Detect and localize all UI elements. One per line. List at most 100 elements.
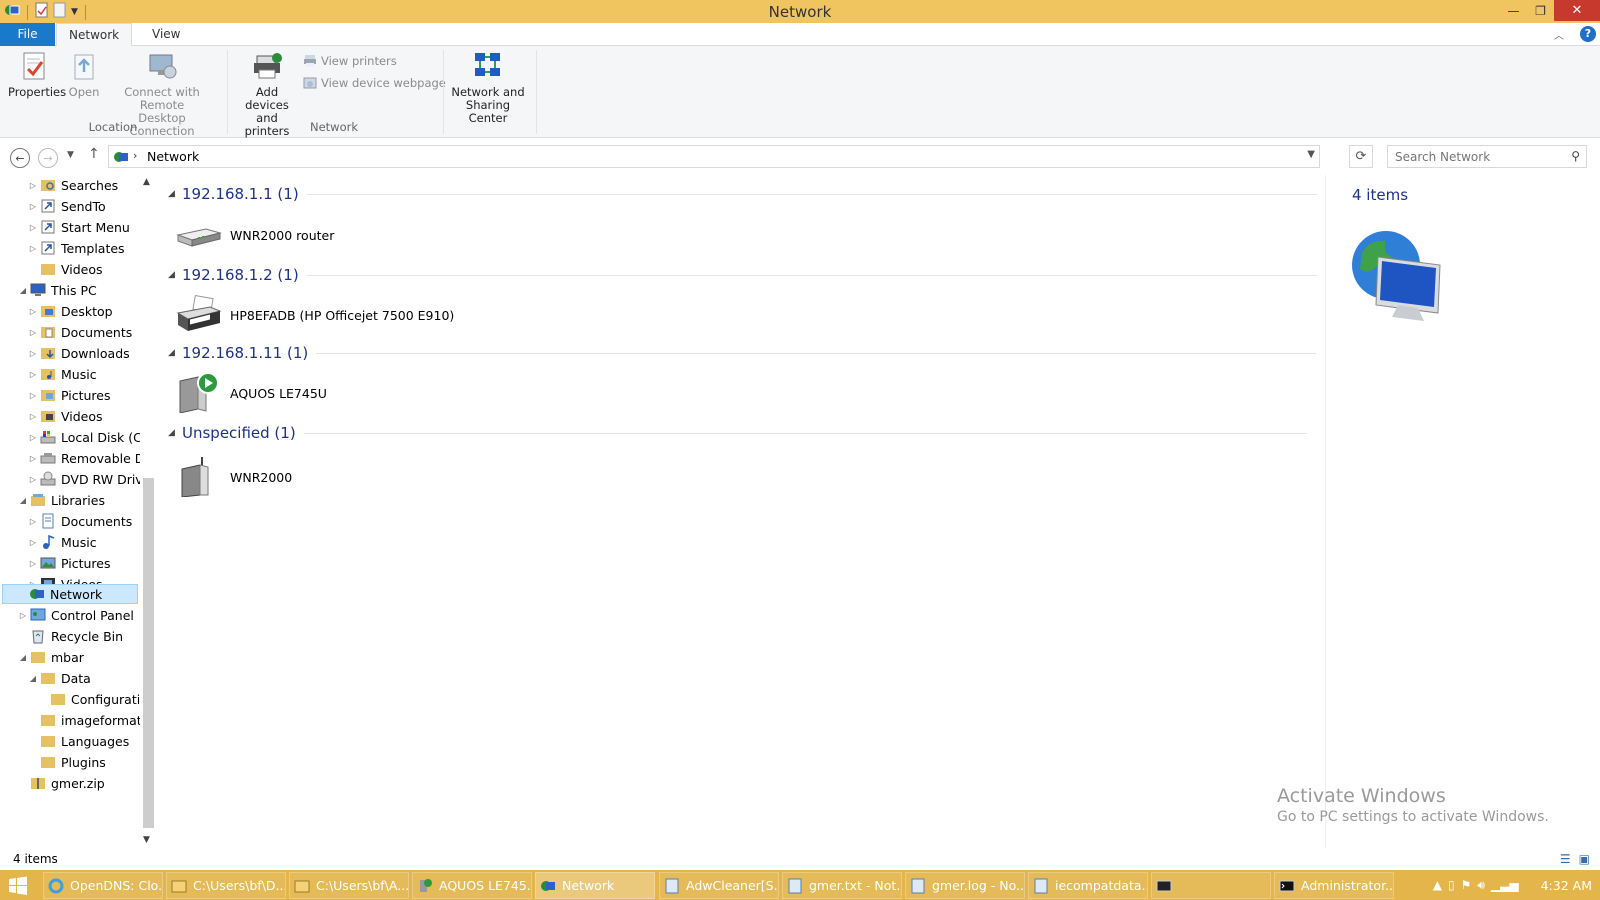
media-device-icon [179, 373, 219, 413]
tab-file[interactable]: File [0, 23, 55, 46]
tree-item-imageformats[interactable]: imageformats [28, 710, 148, 730]
tree-item-data[interactable]: ◢ Data [28, 668, 91, 688]
tree-item-searches[interactable]: ▷ Searches [28, 175, 118, 195]
group-header-label: 192.168.1.1 (1) [182, 185, 299, 203]
taskbar-item-explorer-2[interactable]: C:\Users\bf\A... [289, 872, 409, 899]
device-item[interactable]: WNR2000 router [176, 215, 334, 255]
dvd-drive-icon [40, 471, 56, 486]
show-hidden-icons-icon[interactable]: ▲ [1433, 878, 1442, 892]
action-center-flag-icon[interactable]: ⚑ [1461, 878, 1472, 892]
device-item[interactable]: HP8EFADB (HP Officejet 7500 E910) [176, 295, 454, 335]
printer-icon [176, 295, 222, 331]
recycle-bin-icon [32, 630, 44, 644]
tree-item-music[interactable]: ▷ Music [28, 364, 97, 384]
tree-item-libraries[interactable]: ◢ Libraries [18, 490, 105, 510]
network-sharing-center-button[interactable]: Network and Sharing Center [448, 50, 528, 125]
group-header[interactable]: ◢ 192.168.1.2 (1) [168, 265, 1317, 285]
taskbar-item-opendns[interactable]: OpenDNS: Clo... [43, 872, 163, 899]
group-header[interactable]: ◢ 192.168.1.1 (1) [168, 184, 1317, 204]
tree-item-lib-documents[interactable]: ▷ Documents [28, 511, 132, 531]
taskbar-item-network[interactable]: Network [535, 872, 655, 899]
taskbar-item-gmer-txt[interactable]: gmer.txt - Not... [782, 872, 902, 899]
group-header[interactable]: ◢ Unspecified (1) [168, 423, 1307, 443]
tree-item-this-pc[interactable]: ◢ This PC [18, 280, 97, 300]
taskbar-item-gmer-log[interactable]: gmer.log - No... [905, 872, 1025, 899]
open-button[interactable]: Open [66, 50, 102, 99]
tree-item-sendto[interactable]: ▷ SendTo [28, 196, 106, 216]
tree-item-pictures[interactable]: ▷ Pictures [28, 385, 111, 405]
help-icon[interactable]: ? [1580, 26, 1596, 42]
scroll-down-icon[interactable]: ▼ [143, 835, 150, 845]
taskbar-item-explorer-1[interactable]: C:\Users\bf\D... [166, 872, 286, 899]
recent-locations-dropdown[interactable]: ▼ [67, 150, 74, 160]
details-view-icon[interactable]: ☰ [1560, 852, 1571, 866]
start-button-windows-icon[interactable] [8, 876, 28, 896]
tree-item-control-panel[interactable]: ▷ Control Panel [18, 605, 134, 625]
network-signal-icon[interactable]: ▁▃▅ [1491, 878, 1519, 892]
group-header[interactable]: ◢ 192.168.1.11 (1) [168, 343, 1317, 363]
large-icons-view-icon[interactable]: ▣ [1579, 852, 1590, 866]
taskbar-item-console[interactable] [1151, 872, 1271, 899]
address-bar[interactable]: › Network ▼ [108, 145, 1320, 168]
tree-item-videos-pc[interactable]: ▷ Videos [28, 406, 103, 426]
minimize-button[interactable]: — [1500, 0, 1527, 21]
properties-button[interactable]: Properties [8, 50, 66, 99]
view-device-webpage-button[interactable]: View device webpage [303, 76, 446, 90]
back-button[interactable]: ← [10, 148, 30, 168]
tree-item-lib-music[interactable]: ▷ Music [28, 532, 97, 552]
tree-item-languages[interactable]: Languages [28, 731, 129, 751]
tree-item-videos[interactable]: Videos [28, 259, 103, 279]
volume-icon[interactable]: 🔊︎ [1477, 878, 1485, 893]
folder-icon [41, 180, 55, 191]
collapse-group-icon[interactable]: ◢ [168, 270, 180, 280]
device-tray-icon[interactable]: ▯ [1448, 878, 1455, 892]
tree-item-network[interactable]: Network [2, 584, 138, 604]
taskbar-item-adwcleaner[interactable]: AdwCleaner[S... [659, 872, 779, 899]
open-icon [74, 54, 94, 80]
breadcrumb-network[interactable]: Network [147, 149, 199, 164]
scroll-up-icon[interactable]: ▲ [143, 177, 150, 187]
tree-item-lib-pictures[interactable]: ▷ Pictures [28, 553, 111, 573]
tree-item-templates[interactable]: ▷ Templates [28, 238, 125, 258]
search-box[interactable]: ⚲ [1387, 145, 1587, 168]
nav-pane-scrollbar[interactable]: ▲ ▼ [140, 175, 157, 848]
tree-item-dvd-drive[interactable]: ▷ DVD RW Drive ( [28, 469, 156, 489]
collapse-group-icon[interactable]: ◢ [168, 348, 180, 358]
search-icon[interactable]: ⚲ [1571, 149, 1580, 163]
taskbar-item-administrator[interactable]: Administrator... [1274, 872, 1394, 899]
downloads-folder-icon [41, 348, 55, 359]
tree-item-removable-disk[interactable]: ▷ Removable Dis [28, 448, 154, 468]
close-button[interactable]: ✕ [1554, 0, 1600, 21]
collapse-group-icon[interactable]: ◢ [168, 189, 180, 199]
view-printers-button[interactable]: View printers [303, 54, 397, 68]
tree-item-documents[interactable]: ▷ Documents [28, 322, 132, 342]
up-button[interactable]: ↑ [88, 146, 100, 162]
address-dropdown-icon[interactable]: ▼ [1307, 149, 1315, 160]
tab-network[interactable]: Network [56, 23, 133, 47]
tree-item-configuration[interactable]: Configuratio [38, 689, 148, 709]
tree-item-plugins[interactable]: Plugins [28, 752, 106, 772]
breadcrumb-separator-icon[interactable]: › [133, 149, 137, 162]
minimize-ribbon-chevron-icon[interactable]: ︿ [1554, 27, 1564, 42]
tree-item-gmer-zip[interactable]: gmer.zip [18, 773, 105, 793]
collapse-group-icon[interactable]: ◢ [168, 428, 180, 438]
tree-item-local-disk[interactable]: ▷ Local Disk (C:) [28, 427, 151, 447]
tree-item-start-menu[interactable]: ▷ Start Menu [28, 217, 130, 237]
search-input[interactable] [1388, 149, 1558, 164]
scrollbar-thumb[interactable] [143, 478, 154, 828]
tree-item-mbar[interactable]: ◢ mbar [18, 647, 84, 667]
forward-button[interactable]: → [38, 148, 58, 168]
device-item[interactable]: WNR2000 [176, 457, 292, 497]
add-devices-printers-button[interactable]: Add devices and printers [233, 50, 301, 138]
taskbar-item-aquos[interactable]: AQUOS LE745... [412, 872, 532, 899]
refresh-button[interactable]: ⟳ [1349, 145, 1373, 168]
device-item[interactable]: AQUOS LE745U [176, 373, 327, 413]
folder-icon [41, 673, 55, 684]
restore-button[interactable]: ❐ [1527, 0, 1554, 21]
taskbar-item-iecompatdata[interactable]: iecompatdata... [1028, 872, 1148, 899]
clock[interactable]: 4:32 AM [1541, 878, 1592, 893]
tree-item-desktop[interactable]: ▷ Desktop [28, 301, 113, 321]
tab-view[interactable]: View [140, 23, 192, 46]
tree-item-recycle-bin[interactable]: Recycle Bin [18, 626, 123, 646]
tree-item-downloads[interactable]: ▷ Downloads [28, 343, 130, 363]
